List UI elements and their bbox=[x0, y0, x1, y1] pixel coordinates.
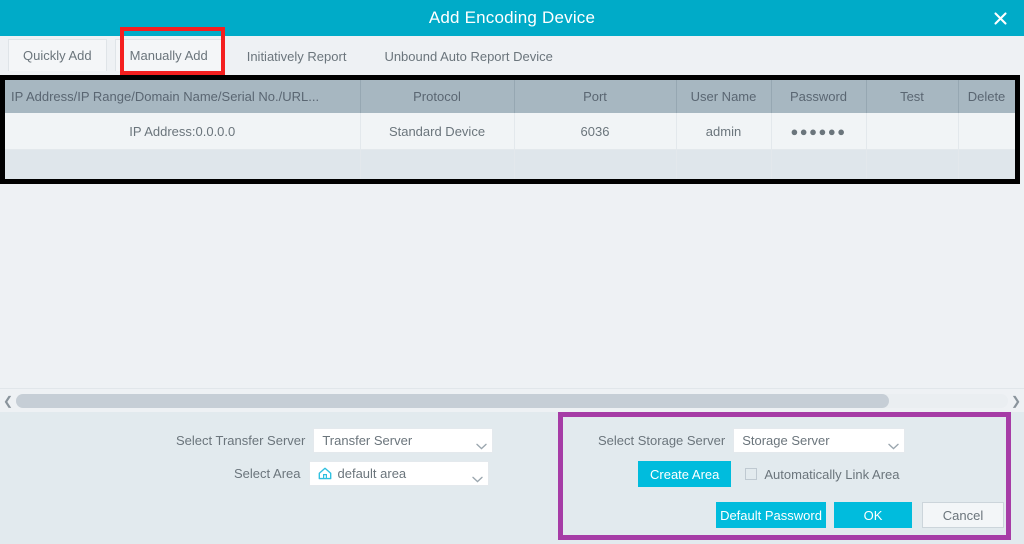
close-icon[interactable] bbox=[982, 0, 1018, 36]
tab-unbound-auto-report-device[interactable]: Unbound Auto Report Device bbox=[370, 41, 566, 71]
tab-label: Manually Add bbox=[129, 48, 208, 63]
tab-label: Initiatively Report bbox=[246, 48, 347, 64]
chevron-right-icon[interactable]: ❯ bbox=[1008, 395, 1024, 407]
column-header-delete[interactable]: Delete bbox=[958, 80, 1015, 113]
column-header-password[interactable]: Password bbox=[771, 80, 867, 113]
table-row[interactable]: IP Address:0.0.0.0 Standard Device 6036 … bbox=[5, 113, 1015, 150]
storage-server-row: Select Storage Server Storage Server bbox=[598, 428, 906, 453]
black-highlight-device-table: IP Address/IP Range/Domain Name/Serial N… bbox=[0, 75, 1020, 184]
cell-port[interactable] bbox=[514, 149, 677, 179]
dialog-actions: Default Password OK Cancel bbox=[716, 502, 1004, 528]
storage-server-select[interactable]: Storage Server bbox=[733, 428, 906, 453]
column-header-ip-address[interactable]: IP Address/IP Range/Domain Name/Serial N… bbox=[5, 80, 361, 113]
default-password-button[interactable]: Default Password bbox=[716, 502, 826, 528]
cell-protocol[interactable] bbox=[360, 149, 515, 179]
default-password-label: Default Password bbox=[720, 507, 822, 523]
column-header-port[interactable]: Port bbox=[514, 80, 677, 113]
table-row[interactable] bbox=[5, 149, 1015, 179]
cell-user-name[interactable] bbox=[676, 149, 772, 179]
title-bar: Add Encoding Device bbox=[0, 0, 1024, 36]
tab-strip: Quickly Add Manually Add Initiatively Re… bbox=[0, 36, 1024, 74]
select-area-row: Select Area default area bbox=[234, 461, 489, 486]
create-area-label: Create Area bbox=[650, 466, 720, 482]
chevron-down-icon bbox=[471, 471, 483, 483]
tab-quickly-add[interactable]: Quickly Add bbox=[8, 39, 107, 71]
storage-server-value: Storage Server bbox=[742, 433, 830, 448]
automatically-link-area-label: Automatically Link Area bbox=[764, 466, 900, 482]
transfer-server-row: Select Transfer Server Transfer Server bbox=[176, 428, 494, 453]
cell-delete[interactable] bbox=[958, 113, 1015, 150]
automatically-link-area-checkbox[interactable] bbox=[745, 468, 758, 480]
ok-button[interactable]: OK bbox=[834, 502, 912, 528]
cell-port[interactable]: 6036 bbox=[514, 113, 677, 150]
create-area-button[interactable]: Create Area bbox=[638, 461, 732, 487]
home-icon bbox=[318, 467, 332, 480]
table-header-row: IP Address/IP Range/Domain Name/Serial N… bbox=[5, 80, 1015, 113]
column-header-protocol[interactable]: Protocol bbox=[360, 80, 515, 113]
cell-password[interactable] bbox=[771, 149, 867, 179]
chevron-down-icon bbox=[476, 438, 488, 450]
ok-label: OK bbox=[863, 507, 883, 523]
cell-user-name[interactable]: admin bbox=[676, 113, 772, 150]
table-empty-area bbox=[0, 184, 1024, 388]
cell-ip-address[interactable] bbox=[5, 149, 361, 179]
cancel-label: Cancel bbox=[942, 507, 984, 523]
add-encoding-device-dialog: Add Encoding Device Quickly Add Manually… bbox=[0, 0, 1024, 544]
column-header-test[interactable]: Test bbox=[866, 80, 959, 113]
scrollbar-track[interactable] bbox=[16, 394, 1008, 408]
device-table: IP Address/IP Range/Domain Name/Serial N… bbox=[5, 80, 1015, 179]
select-area-value: default area bbox=[337, 466, 407, 481]
cell-test[interactable] bbox=[866, 149, 959, 179]
page-title: Add Encoding Device bbox=[428, 8, 596, 27]
cell-ip-address[interactable]: IP Address:0.0.0.0 bbox=[5, 113, 361, 150]
storage-server-label: Select Storage Server bbox=[598, 433, 726, 448]
transfer-server-label: Select Transfer Server bbox=[176, 433, 306, 448]
tab-label: Quickly Add bbox=[23, 48, 92, 63]
tab-manually-add[interactable]: Manually Add bbox=[114, 39, 223, 71]
chevron-left-icon[interactable]: ❮ bbox=[0, 395, 16, 407]
transfer-server-value: Transfer Server bbox=[322, 433, 413, 448]
tab-initiatively-report[interactable]: Initiatively Report bbox=[233, 41, 361, 71]
transfer-server-select[interactable]: Transfer Server bbox=[313, 428, 494, 453]
chevron-down-icon bbox=[888, 438, 899, 450]
horizontal-scrollbar[interactable]: ❮ ❯ bbox=[0, 388, 1024, 413]
select-area-select[interactable]: default area bbox=[308, 461, 489, 486]
footer-panel: Select Transfer Server Transfer Server S… bbox=[0, 412, 1024, 544]
cancel-button[interactable]: Cancel bbox=[922, 502, 1004, 528]
tab-label: Unbound Auto Report Device bbox=[384, 48, 553, 64]
cell-password[interactable]: ●●●●●● bbox=[771, 113, 867, 150]
cell-test[interactable] bbox=[866, 113, 959, 150]
cell-delete[interactable] bbox=[958, 149, 1015, 179]
scrollbar-thumb[interactable] bbox=[16, 394, 889, 408]
column-header-user-name[interactable]: User Name bbox=[676, 80, 772, 113]
select-area-label: Select Area bbox=[234, 466, 301, 481]
cell-protocol[interactable]: Standard Device bbox=[360, 113, 515, 150]
create-area-row: Create Area Automatically Link Area bbox=[638, 461, 900, 487]
